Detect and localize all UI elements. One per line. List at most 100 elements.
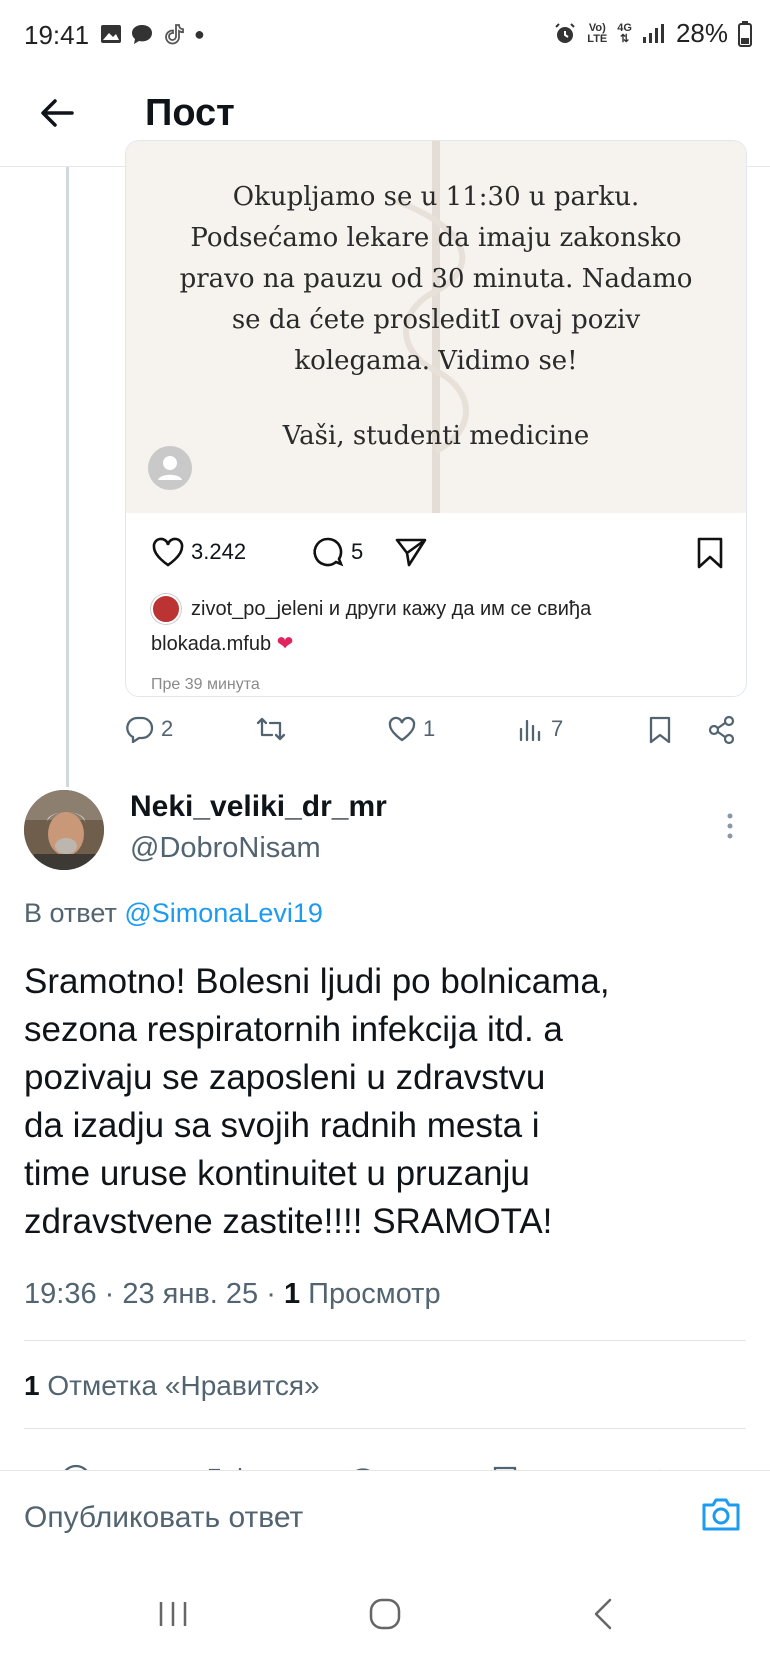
divider — [24, 1428, 746, 1429]
tweet-date: 23 янв. 25 — [122, 1278, 259, 1310]
author-avatar[interactable] — [24, 790, 104, 870]
image-line: pravo na pauzu od 30 minuta. Nadamo — [179, 264, 693, 294]
reply-prefix: В ответ — [24, 898, 117, 928]
like-button[interactable]: 1 — [387, 715, 435, 743]
camera-icon — [702, 1498, 740, 1531]
reply-count: 2 — [161, 716, 174, 741]
ig-comment-button[interactable]: 5 — [311, 536, 363, 568]
reply-to-link[interactable]: @SimonaLevi19 — [124, 898, 323, 928]
divider — [24, 1340, 746, 1341]
ig-liked-by: zivot_po_jeleni и други кажу да им се св… — [151, 594, 591, 624]
bookmark-icon — [697, 537, 723, 569]
home-button[interactable] — [365, 1594, 405, 1634]
heart-icon — [152, 537, 184, 567]
chevron-left-icon — [594, 1598, 612, 1630]
dot-icon: ● — [194, 23, 205, 44]
send-icon — [395, 538, 427, 567]
more-options-button[interactable] — [715, 808, 745, 848]
ig-save-button[interactable] — [695, 536, 725, 575]
author-display-name[interactable]: Neki_veliki_dr_mr — [130, 790, 387, 824]
image-line: Podsećamo lekare da imaju zakonsko — [190, 223, 682, 253]
back-button[interactable] — [34, 90, 80, 136]
ig-share-button[interactable] — [394, 536, 428, 573]
instagram-actions: 3.242 5 — [151, 536, 731, 576]
reply-context: В ответ @SimonaLevi19 — [24, 898, 323, 929]
ig-time-ago: Пре 39 минута — [151, 676, 260, 693]
system-nav-bar — [0, 1560, 770, 1667]
battery-percent: 28% — [675, 18, 728, 48]
like-count: 1 — [423, 716, 436, 741]
volte-bottom: LTE — [587, 32, 608, 45]
tweet-metadata: 19:36 · 23 янв. 25 · 1 Просмотр — [24, 1278, 441, 1310]
ig-like-count: 3.242 — [191, 539, 247, 564]
volte-top: Vo) — [588, 21, 606, 34]
tag-user-icon — [148, 446, 192, 490]
tweet-line: Sramotno! Bolesni ljudi po bolnicama, — [24, 962, 610, 1001]
likes-summary[interactable]: 1 Отметка «Нравится» — [24, 1370, 320, 1402]
ig-caption-user: blokada.mfub — [151, 633, 272, 655]
system-back-button[interactable] — [585, 1594, 625, 1634]
chat-bubble-icon — [132, 25, 152, 44]
share-button[interactable] — [707, 715, 737, 745]
camera-button[interactable] — [700, 1495, 742, 1533]
image-line: Okupljamo se u 11:30 u parku. — [232, 182, 640, 212]
likes-count: 1 — [24, 1370, 40, 1401]
views-button[interactable]: 7 — [517, 715, 563, 743]
network-gen: 4G ⇅ — [617, 21, 632, 45]
ig-comment-count: 5 — [351, 539, 364, 564]
likes-label: Отметка «Нравится» — [47, 1370, 320, 1401]
gallery-icon — [101, 25, 121, 43]
tweet-text: Sramotno! Bolesni ljudi po bolnicama, se… — [24, 958, 754, 1246]
tweet-line: sezona respiratornih infekcija itd. a — [24, 1010, 563, 1049]
post-image: Okupljamo se u 11:30 u parku. Podsećamo … — [126, 141, 746, 513]
embedded-media-card[interactable]: Okupljamo se u 11:30 u parku. Podsećamo … — [125, 140, 747, 697]
bookmark-outline-icon — [649, 716, 671, 744]
retweet-button[interactable] — [255, 715, 293, 743]
volte-indicator: Vo) LTE — [587, 21, 608, 45]
back-arrow-icon — [41, 99, 74, 127]
status-bar: 19:41 ● Vo) LTE 4G ⇅ 28% — [0, 0, 770, 70]
red-heart-icon: ❤ — [276, 633, 294, 655]
status-time: 19:41 — [24, 20, 90, 50]
tiktok-icon — [165, 24, 184, 45]
liker-avatar — [151, 594, 181, 624]
ig-caption: blokada.mfub ❤ — [151, 631, 293, 656]
retweet-icon — [256, 717, 286, 741]
ig-liked-by-text: zivot_po_jeleni и други кажу да им се св… — [191, 597, 592, 620]
reply-button[interactable]: 2 — [125, 715, 173, 743]
parent-tweet-actions: 2 1 7 — [125, 715, 745, 755]
views-count: 7 — [551, 716, 564, 741]
image-line: se da ćete prosleditI ovaj poziv — [231, 305, 641, 335]
thread-connector — [66, 167, 69, 787]
heart-outline-icon — [388, 716, 416, 742]
tweet-views-label[interactable]: Просмотр — [308, 1278, 440, 1310]
tweet-time: 19:36 — [24, 1278, 97, 1310]
data-arrows-icon: ⇅ — [620, 32, 630, 45]
share-icon — [708, 715, 735, 745]
tweet-views-count: 1 — [283, 1278, 301, 1310]
post-image-signature: Vaši, studenti medicine — [282, 421, 590, 451]
views-icon — [519, 719, 541, 742]
notification-icons: ● — [100, 22, 205, 46]
network-gen-label: 4G — [617, 21, 632, 34]
tweet-line: pozivaju se zaposleni u zdravstvu — [24, 1058, 546, 1097]
author-handle[interactable]: @DobroNisam — [130, 832, 321, 865]
tweet-line: zdravstvene zastite!!!! SRAMOTA! — [24, 1202, 553, 1241]
tweet-line: da izadju sa svojih radnih mesta i — [24, 1106, 540, 1145]
battery-icon — [738, 20, 752, 47]
bookmark-button[interactable] — [647, 715, 673, 745]
more-icon — [727, 813, 733, 839]
reply-icon — [126, 716, 154, 743]
signal-icon — [642, 23, 664, 43]
alarm-icon — [555, 22, 576, 43]
recent-apps-button[interactable] — [153, 1594, 193, 1634]
ig-like-button[interactable]: 3.242 — [151, 536, 246, 568]
reply-composer: Опубликовать ответ — [0, 1470, 770, 1563]
comment-icon — [313, 537, 344, 567]
tweet-line: time uruse kontinuitet u pruzanju — [24, 1154, 530, 1193]
image-line: kolegama. Vidimo se! — [294, 346, 578, 376]
home-icon — [369, 1598, 401, 1630]
status-right: Vo) LTE 4G ⇅ 28% — [553, 18, 752, 49]
reply-input[interactable]: Опубликовать ответ — [24, 1501, 303, 1535]
post-image-text: Okupljamo se u 11:30 u parku. Podsećamo … — [126, 177, 746, 382]
